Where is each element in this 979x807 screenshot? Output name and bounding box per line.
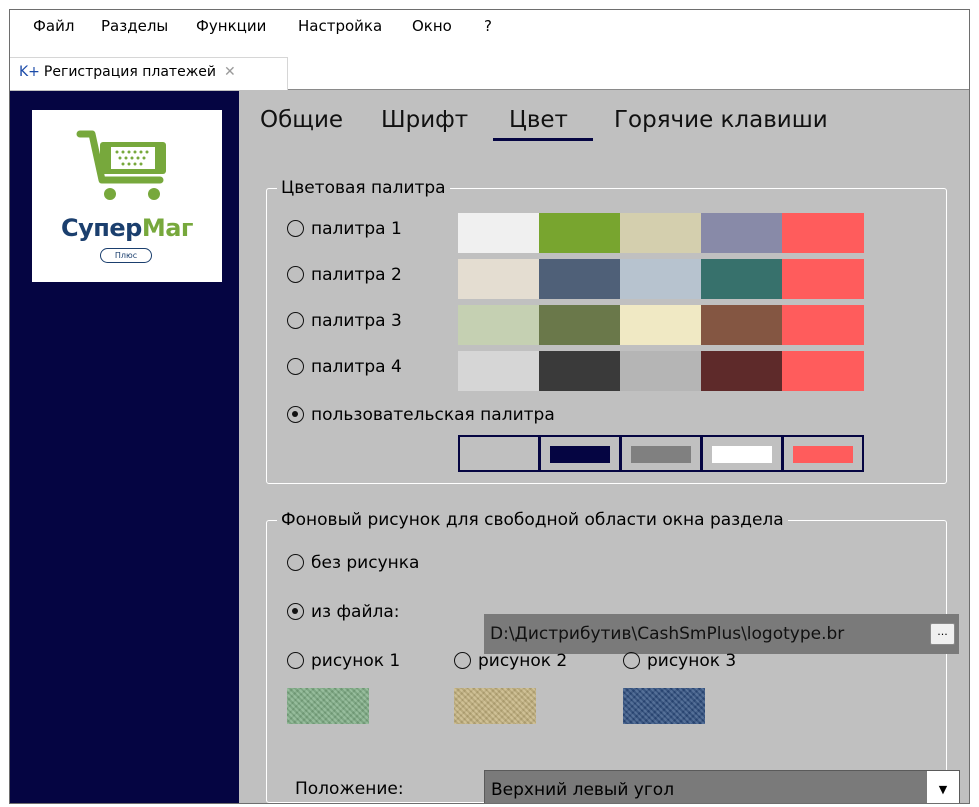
logo-brand-part1: Супер (61, 214, 142, 242)
logo-badge: Плюс (100, 248, 152, 263)
custom-color-fill (631, 446, 691, 463)
palette-2-swatch-1 (458, 259, 540, 299)
custom-color-fill (712, 446, 772, 463)
radio-button[interactable] (287, 358, 304, 375)
palette-3-swatch-4 (701, 305, 783, 345)
custom-color-2[interactable] (539, 435, 621, 472)
radio-palette-3[interactable]: палитра 3 (287, 309, 402, 333)
settings-content: Общие Шрифт Цвет Горячие клавиши Цветова… (239, 91, 969, 803)
radio-palette-1[interactable]: палитра 1 (287, 217, 402, 241)
menu-functions[interactable]: Функции (196, 16, 266, 36)
radio-from-file[interactable]: из файла: (287, 600, 400, 624)
radio-button[interactable] (287, 266, 304, 283)
radio-palette-2[interactable]: палитра 2 (287, 263, 402, 287)
logo-brand-part2: Маг (141, 214, 194, 242)
radio-button[interactable] (287, 406, 304, 423)
background-group-legend: Фоновый рисунок для свободной области ок… (277, 508, 788, 532)
palette-4-swatch-4 (701, 351, 783, 391)
palette-3-swatch-2 (539, 305, 621, 345)
radio-label: палитра 2 (311, 265, 402, 285)
radio-button[interactable] (287, 554, 304, 571)
radio-picture-1[interactable]: рисунок 1 (287, 649, 400, 673)
left-panel: СуперМаг Плюс (10, 91, 239, 803)
tab-color[interactable]: Цвет (509, 105, 568, 135)
radio-button[interactable] (287, 603, 304, 620)
background-group: Фоновый рисунок для свободной области ок… (266, 508, 960, 803)
menu-help[interactable]: ? (484, 16, 492, 36)
tab-general[interactable]: Общие (260, 105, 343, 135)
radio-label: палитра 1 (311, 219, 402, 239)
palette-1-swatch-1 (458, 213, 540, 253)
palette-4-swatch-2 (539, 351, 621, 391)
palette-group-legend: Цветовая палитра (277, 176, 450, 200)
menu-file[interactable]: Файл (33, 16, 74, 36)
picture-2-thumbnail[interactable] (454, 688, 536, 724)
radio-label: палитра 3 (311, 311, 402, 331)
custom-color-fill (469, 446, 529, 463)
menu-bar: Файл Разделы Функции Настройка Окно ? (10, 10, 969, 48)
position-select-value: Верхний левый угол (491, 780, 675, 800)
document-tab-label: Регистрация платежей (43, 64, 217, 80)
radio-button[interactable] (623, 652, 640, 669)
picture-3-thumbnail[interactable] (623, 688, 705, 724)
palette-1-swatch-2 (539, 213, 621, 253)
palette-2-swatch-4 (701, 259, 783, 299)
shopping-cart-icon (76, 130, 166, 200)
radio-palette-4[interactable]: палитра 4 (287, 355, 402, 379)
palette-4-swatch-1 (458, 351, 540, 391)
palette-2-swatch-5 (782, 259, 864, 299)
tab-hotkeys[interactable]: Горячие клавиши (614, 105, 828, 135)
radio-label: рисунок 2 (478, 651, 568, 671)
position-select[interactable]: Верхний левый угол ▼ (484, 770, 960, 803)
palette-1-swatch-5 (782, 213, 864, 253)
radio-button[interactable] (287, 652, 304, 669)
radio-label: без рисунка (311, 553, 420, 573)
palette-3-swatch-1 (458, 305, 540, 345)
radio-label: рисунок 3 (647, 651, 737, 671)
custom-color-fill (550, 446, 610, 463)
custom-color-5[interactable] (782, 435, 864, 472)
document-tab-bar: K+ Регистрация платежей ✕ (10, 48, 969, 90)
menu-window[interactable]: Окно (412, 16, 452, 36)
custom-color-3[interactable] (620, 435, 702, 472)
palette-group: Цветовая палитра палитра 1 палитра 2 пал… (266, 176, 947, 484)
picture-1-thumbnail[interactable] (287, 688, 369, 724)
palette-1-swatch-4 (701, 213, 783, 253)
file-path-input[interactable]: D:\Дистрибутив\CashSmPlus\logotype.br (484, 614, 959, 654)
palette-3-swatch-5 (782, 305, 864, 345)
palette-2-swatch-3 (620, 259, 702, 299)
palette-1-swatch-3 (620, 213, 702, 253)
active-tab-indicator (493, 138, 593, 141)
palette-3-swatch-3 (620, 305, 702, 345)
document-tab-prefix: K+ (19, 64, 40, 80)
palette-4-swatch-5 (782, 351, 864, 391)
radio-label: из файла: (311, 602, 400, 622)
radio-picture-3[interactable]: рисунок 3 (623, 649, 736, 673)
radio-custom-palette[interactable]: пользовательская палитра (287, 403, 555, 427)
browse-button[interactable]: ... (930, 623, 955, 645)
radio-button[interactable] (454, 652, 471, 669)
app-window: Файл Разделы Функции Настройка Окно ? K+… (9, 9, 970, 804)
radio-label: рисунок 1 (311, 651, 401, 671)
menu-settings[interactable]: Настройка (298, 16, 382, 36)
chevron-down-icon[interactable]: ▼ (927, 771, 959, 803)
palette-2-swatch-2 (539, 259, 621, 299)
menu-sections[interactable]: Разделы (101, 16, 168, 36)
radio-picture-2[interactable]: рисунок 2 (454, 649, 567, 673)
radio-button[interactable] (287, 220, 304, 237)
radio-label: палитра 4 (311, 357, 402, 377)
document-tab[interactable]: K+ Регистрация платежей ✕ (10, 57, 288, 90)
radio-button[interactable] (287, 312, 304, 329)
radio-no-picture[interactable]: без рисунка (287, 551, 419, 575)
tab-font[interactable]: Шрифт (381, 105, 468, 135)
custom-color-fill (793, 446, 853, 463)
close-icon[interactable]: ✕ (224, 64, 236, 80)
logo-brand: СуперМаг (32, 214, 222, 242)
radio-label: пользовательская палитра (311, 405, 555, 425)
position-label: Положение: (295, 779, 404, 799)
custom-color-4[interactable] (701, 435, 783, 472)
supermag-logo: СуперМаг Плюс (32, 110, 222, 282)
palette-4-swatch-3 (620, 351, 702, 391)
custom-color-1[interactable] (458, 435, 540, 472)
